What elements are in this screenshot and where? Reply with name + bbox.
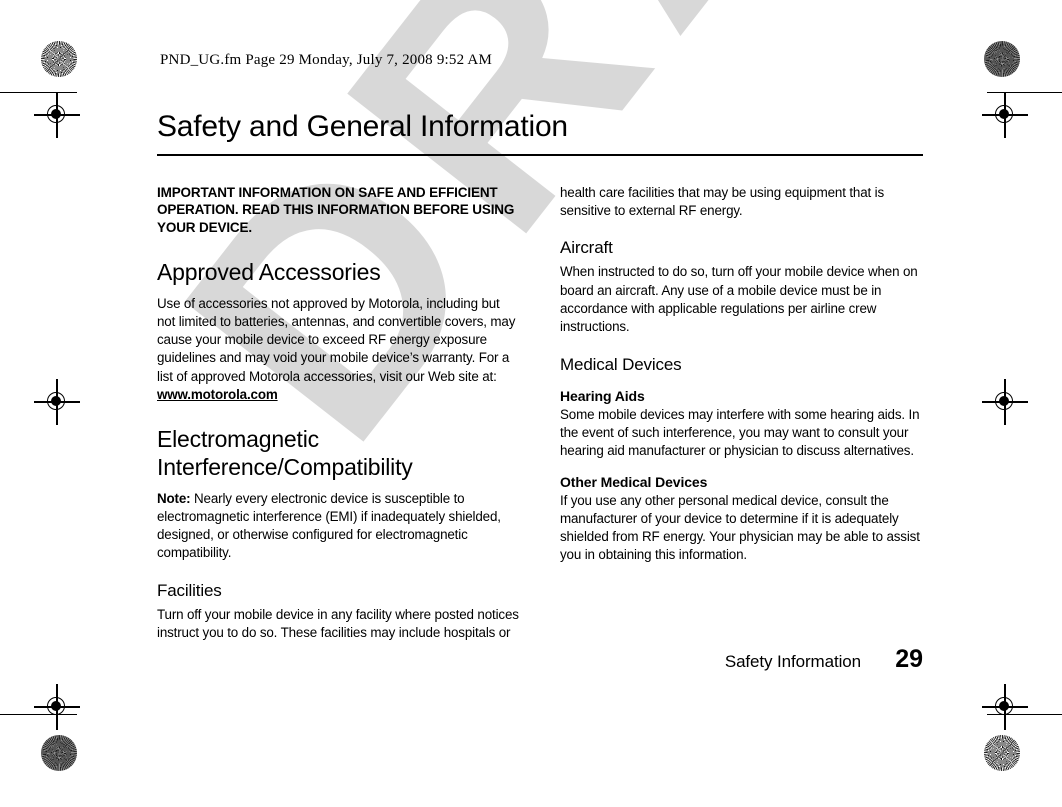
paragraph-emi-note: Note: Nearly every electronic device is … bbox=[157, 490, 519, 563]
right-column: health care facilities that may be using… bbox=[560, 184, 922, 643]
note-text: Nearly every electronic device is suscep… bbox=[157, 490, 501, 561]
paragraph-approved-accessories: Use of accessories not approved by Motor… bbox=[157, 295, 519, 405]
star-target-bottom-right bbox=[984, 735, 1020, 771]
section-heading-facilities: Facilities bbox=[157, 580, 222, 600]
star-target-bottom-left bbox=[41, 735, 77, 771]
paragraph-facilities: Turn off your mobile device in any facil… bbox=[157, 607, 519, 641]
page-sheet: DRAFT PND_UG.fm Page 29 Monday, July 7, … bbox=[95, 0, 970, 807]
two-column-body: IMPORTANT INFORMATION ON SAFE AND EFFICI… bbox=[157, 184, 923, 643]
registration-mark-outer-middle-right bbox=[982, 379, 1028, 425]
paragraph-facilities-continuation: health care facilities that may be using… bbox=[560, 184, 885, 218]
motorola-website-link[interactable]: www.motorola.com bbox=[157, 387, 278, 402]
registration-mark-outer-bottom-right bbox=[982, 684, 1028, 730]
page-content: Safety and General Information IMPORTANT… bbox=[157, 110, 923, 643]
section-heading-aircraft: Aircraft bbox=[560, 238, 613, 258]
crop-line-topleft-horizontal bbox=[0, 92, 77, 93]
lead-paragraph: IMPORTANT INFORMATION ON SAFE AND EFFICI… bbox=[157, 184, 515, 236]
subsection-heading-hearing-aids: Hearing Aids bbox=[560, 388, 645, 405]
paragraph-approved-accessories-text: Use of accessories not approved by Motor… bbox=[157, 295, 516, 384]
section-heading-medical-devices: Medical Devices bbox=[560, 354, 682, 374]
section-heading-approved-accessories: Approved Accessories bbox=[157, 258, 381, 285]
paragraph-other-medical-devices: If you use any other personal medical de… bbox=[560, 492, 920, 563]
registration-mark-outer-middle-left bbox=[34, 379, 80, 425]
subsection-heading-other-medical-devices: Other Medical Devices bbox=[560, 473, 708, 490]
running-head: Safety Information bbox=[724, 652, 861, 671]
registration-mark-outer-top-right bbox=[982, 92, 1028, 138]
star-target-top-left bbox=[41, 41, 77, 77]
registration-mark-outer-bottom-left bbox=[34, 684, 80, 730]
page-footer: Safety Information 29 bbox=[157, 645, 923, 674]
star-target-top-right bbox=[984, 41, 1020, 77]
page-number: 29 bbox=[895, 645, 923, 673]
note-label: Note: bbox=[157, 490, 191, 506]
paragraph-aircraft: When instructed to do so, turn off your … bbox=[560, 264, 918, 335]
filemaker-header-stamp: PND_UG.fm Page 29 Monday, July 7, 2008 9… bbox=[160, 52, 492, 68]
crop-line-topright-horizontal bbox=[987, 92, 1062, 93]
paragraph-hearing-aids: Some mobile devices may interfere with s… bbox=[560, 406, 920, 459]
left-column: IMPORTANT INFORMATION ON SAFE AND EFFICI… bbox=[157, 184, 519, 643]
section-heading-electromagnetic-interference: Electromagnetic Interference/Compatibili… bbox=[157, 426, 413, 480]
page-title: Safety and General Information bbox=[157, 110, 923, 156]
registration-mark-outer-top-left bbox=[34, 92, 80, 138]
